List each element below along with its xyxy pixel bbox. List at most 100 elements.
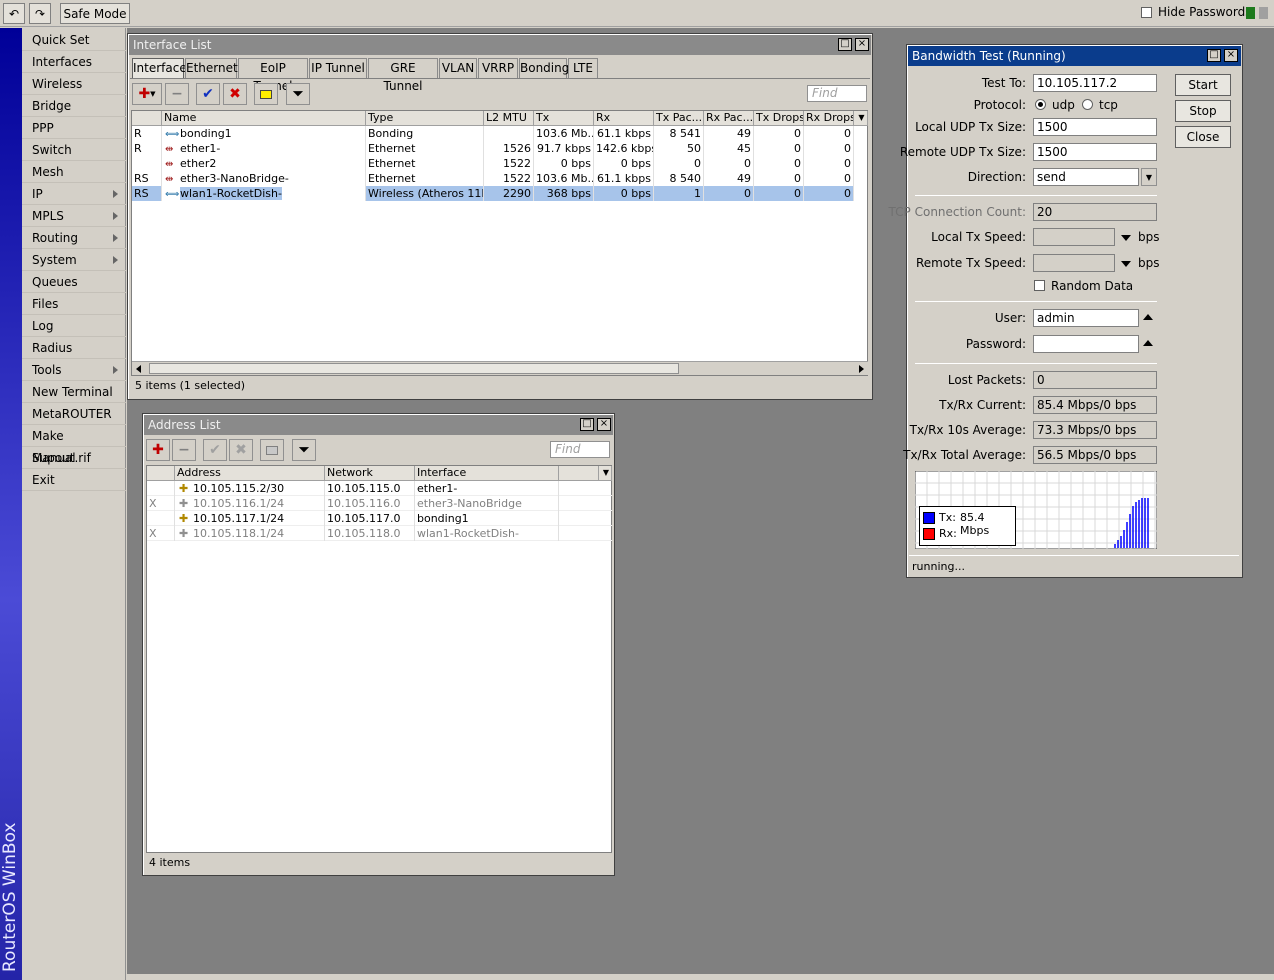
enable-button[interactable]: ✔: [203, 439, 227, 461]
close-button[interactable]: Close: [1175, 126, 1231, 148]
password-input[interactable]: [1033, 335, 1139, 353]
menu-item-make-supout-rif[interactable]: Make Supout.rif: [22, 425, 126, 465]
direction-dropdown-button[interactable]: ▼: [1141, 168, 1157, 186]
interface-list-title[interactable]: Interface List: [129, 35, 871, 55]
tcp-radio[interactable]: [1082, 99, 1093, 110]
tab-lte[interactable]: LTE: [568, 58, 598, 78]
remove-button[interactable]: −: [172, 439, 196, 461]
col-header-address[interactable]: Address: [175, 466, 325, 481]
table-row[interactable]: RS ⟺ wlan1-RocketDish- Wireless (Atheros 11…: [132, 186, 868, 201]
col-header-tx-pac-[interactable]: Tx Pac...: [654, 111, 704, 126]
find-input[interactable]: Find: [550, 441, 610, 458]
menu-item-quick-set[interactable]: Quick Set: [22, 29, 126, 51]
menu-item-ppp[interactable]: PPP: [22, 117, 126, 139]
tab-eoip-tunnel[interactable]: EoIP Tunnel: [238, 58, 308, 93]
maximize-button[interactable]: □: [1207, 49, 1221, 62]
start-button[interactable]: Start: [1175, 74, 1231, 96]
random-data-checkbox[interactable]: [1034, 280, 1045, 291]
local-speed-dropdown-icon[interactable]: [1121, 235, 1131, 241]
comment-button[interactable]: [254, 83, 278, 105]
local-udp-input[interactable]: 1500: [1033, 118, 1157, 136]
remote-speed-dropdown-icon[interactable]: [1121, 261, 1131, 267]
col-header-rx-drops[interactable]: Rx Drops: [804, 111, 854, 126]
disable-button[interactable]: ✖: [223, 83, 247, 105]
tab-vrrp[interactable]: VRRP: [478, 58, 518, 78]
menu-item-metarouter[interactable]: MetaROUTER: [22, 403, 126, 425]
close-window-button[interactable]: ×: [855, 38, 869, 51]
table-row[interactable]: X ✚ 10.105.118.1/24 10.105.118.0 wlan1-Rocke…: [147, 526, 612, 541]
col-header-flags[interactable]: [147, 466, 175, 481]
close-window-button[interactable]: ×: [597, 418, 611, 431]
menu-item-system[interactable]: System: [22, 249, 126, 271]
password-collapse-icon[interactable]: [1143, 340, 1153, 346]
menu-item-queues[interactable]: Queues: [22, 271, 126, 293]
udp-radio[interactable]: [1035, 99, 1046, 110]
filter-button[interactable]: ⏷: [286, 83, 310, 105]
filter-button[interactable]: ⏷: [292, 439, 316, 461]
table-row[interactable]: R ⟺ bonding1 Bonding 103.6 Mb... 61.1 kbps 8 5…: [132, 126, 868, 141]
menu-item-log[interactable]: Log: [22, 315, 126, 337]
enable-button[interactable]: ✔: [196, 83, 220, 105]
tab-vlan[interactable]: VLAN: [439, 58, 477, 78]
stop-button[interactable]: Stop: [1175, 100, 1231, 122]
table-row[interactable]: RS ⇹ ether3-NanoBridge- Ethernet 1522 103.6 M…: [132, 171, 868, 186]
menu-item-ip[interactable]: IP: [22, 183, 126, 205]
find-input[interactable]: Find: [807, 85, 867, 102]
user-collapse-icon[interactable]: [1143, 314, 1153, 320]
local-speed-input[interactable]: [1033, 228, 1115, 246]
col-header-name[interactable]: Name: [162, 111, 366, 126]
menu-item-bridge[interactable]: Bridge: [22, 95, 126, 117]
menu-item-files[interactable]: Files: [22, 293, 126, 315]
comment-button[interactable]: [260, 439, 284, 461]
col-header-rx[interactable]: Rx: [594, 111, 654, 126]
menu-item-exit[interactable]: Exit: [22, 469, 126, 491]
hide-passwords-checkbox[interactable]: [1141, 7, 1152, 18]
menu-item-mpls[interactable]: MPLS: [22, 205, 126, 227]
add-button[interactable]: ✚: [146, 439, 170, 461]
menu-item-mesh[interactable]: Mesh: [22, 161, 126, 183]
column-menu-button[interactable]: ▼: [854, 111, 868, 126]
tab-gre-tunnel[interactable]: GRE Tunnel: [368, 58, 438, 93]
table-row[interactable]: ✚ 10.105.117.1/24 10.105.117.0 bonding1: [147, 511, 612, 526]
table-row[interactable]: ⇹ ether2 Ethernet 1522 0 bps 0 bps 0 0 0 0: [132, 156, 868, 171]
menu-item-new-terminal[interactable]: New Terminal: [22, 381, 126, 403]
menu-item-interfaces[interactable]: Interfaces: [22, 51, 126, 73]
scroll-right-icon[interactable]: [859, 365, 864, 373]
remote-udp-input[interactable]: 1500: [1033, 143, 1157, 161]
table-row[interactable]: ✚ 10.105.115.2/30 10.105.115.0 ether1-: [147, 481, 612, 496]
col-header-rx-pac-[interactable]: Rx Pac...: [704, 111, 754, 126]
menu-item-tools[interactable]: Tools: [22, 359, 126, 381]
menu-item-wireless[interactable]: Wireless: [22, 73, 126, 95]
tab-bonding[interactable]: Bonding: [519, 58, 569, 78]
menu-item-routing[interactable]: Routing: [22, 227, 126, 249]
col-header-spacer[interactable]: [559, 466, 599, 481]
scroll-left-icon[interactable]: [136, 365, 141, 373]
table-row[interactable]: X ✚ 10.105.116.1/24 10.105.116.0 ether3-Nano…: [147, 496, 612, 511]
undo-button[interactable]: ↶: [3, 3, 25, 24]
maximize-button[interactable]: □: [838, 38, 852, 51]
remove-button[interactable]: −: [165, 83, 189, 105]
tab-ip-tunnel[interactable]: IP Tunnel: [309, 58, 367, 78]
col-header-interface[interactable]: Interface: [415, 466, 559, 481]
test-to-input[interactable]: 10.105.117.2: [1033, 74, 1157, 92]
tab-interface[interactable]: Interface: [132, 58, 187, 78]
col-header-tx-drops[interactable]: Tx Drops: [754, 111, 804, 126]
col-header-tx[interactable]: Tx: [534, 111, 594, 126]
col-header-flags[interactable]: [132, 111, 162, 126]
table-row[interactable]: R ⇹ ether1- Ethernet 1526 91.7 kbps 142.6 kbps…: [132, 141, 868, 156]
safe-mode-button[interactable]: Safe Mode: [60, 3, 130, 24]
horizontal-scrollbar[interactable]: [132, 361, 868, 375]
bandwidth-test-title[interactable]: Bandwidth Test (Running): [908, 46, 1241, 66]
col-header-type[interactable]: Type: [366, 111, 484, 126]
tcp-count-input[interactable]: 20: [1033, 203, 1157, 221]
redo-button[interactable]: ↷: [29, 3, 51, 24]
menu-item-switch[interactable]: Switch: [22, 139, 126, 161]
menu-item-radius[interactable]: Radius: [22, 337, 126, 359]
col-header-l2-mtu[interactable]: L2 MTU: [484, 111, 534, 126]
add-button[interactable]: ✚ ▼: [132, 83, 162, 105]
remote-speed-input[interactable]: [1033, 254, 1115, 272]
disable-button[interactable]: ✖: [229, 439, 253, 461]
user-input[interactable]: admin: [1033, 309, 1139, 327]
column-menu-button[interactable]: ▼: [599, 466, 612, 481]
maximize-button[interactable]: □: [580, 418, 594, 431]
